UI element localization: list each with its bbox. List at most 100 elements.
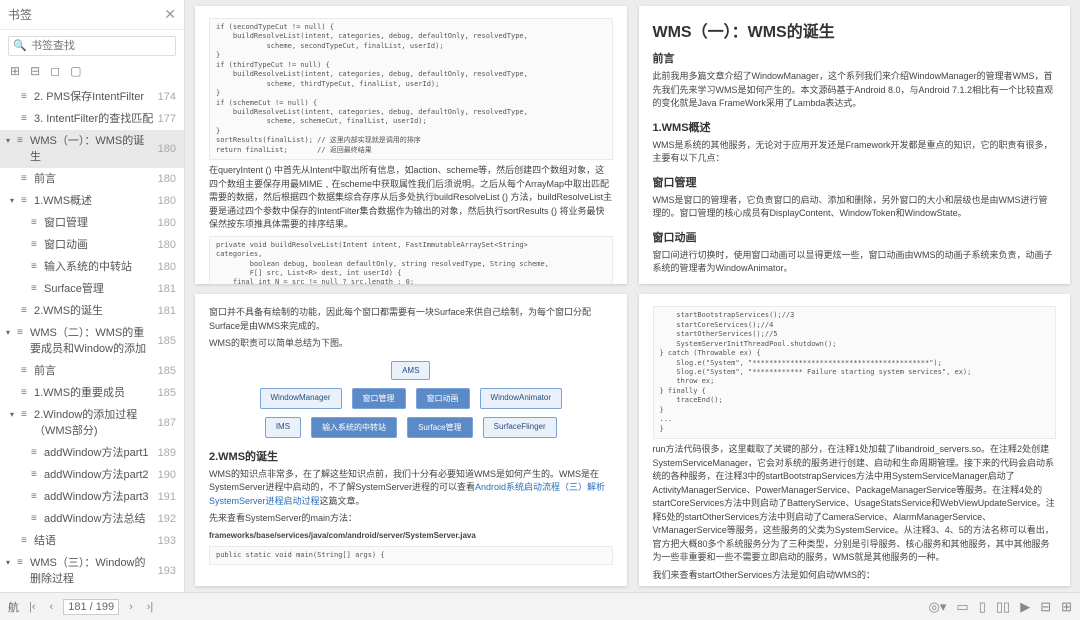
sidebar-item-label: addWindow方法part3 xyxy=(44,489,149,505)
bookmark-item-icon: ≡ xyxy=(17,325,27,341)
page-number-input[interactable]: 181 / 199 xyxy=(63,599,119,615)
sidebar-item[interactable]: ≡输入系统的中转站180 xyxy=(0,256,184,278)
sidebar-item[interactable]: ≡3. IntentFilter的查找匹配 177 xyxy=(0,108,184,130)
paragraph: 在queryIntent () 中首先从Intent中取出所有信息，如actio… xyxy=(209,164,613,232)
sidebar-item-page: 180 xyxy=(158,215,176,231)
bookmark-icon[interactable]: ◻ xyxy=(50,64,60,78)
paragraph: WMS的知识点非常多，在了解这些知识点前，我们十分有必要知道WMS是如何产生的。… xyxy=(209,468,613,509)
tag-icon[interactable]: ▢ xyxy=(70,64,81,78)
bookmark-item-icon: ≡ xyxy=(31,215,41,231)
sidebar-item[interactable]: ≡addWindow方法part2190 xyxy=(0,464,184,486)
code-block: if (secondTypeCut != null) { buildResolv… xyxy=(209,18,613,160)
sidebar-item-page: 180 xyxy=(158,259,176,275)
sidebar-item[interactable]: ▾≡WMS（三）：Window的删除过程193 xyxy=(0,552,184,590)
sidebar-item-page: 180 xyxy=(158,141,176,157)
sidebar-item[interactable]: ≡1.WMS的重要成员185 xyxy=(0,382,184,404)
sidebar-item[interactable]: ≡前言185 xyxy=(0,360,184,382)
single-page-icon[interactable]: ▯ xyxy=(979,599,986,615)
sidebar-item-page: 185 xyxy=(158,333,176,349)
paragraph: WMS是窗口的管理者，它负责窗口的启动、添加和删除，另外窗口的大小和层级也是由W… xyxy=(653,194,1057,221)
heading: 前言 xyxy=(653,50,1057,66)
sidebar-item-page: 180 xyxy=(158,237,176,253)
sidebar-item-label: 2. PMS保存IntentFilter xyxy=(34,89,144,105)
fit-width-icon[interactable]: ▭ xyxy=(956,599,968,615)
sidebar-item-label: addWindow方法part2 xyxy=(44,467,149,483)
paragraph: 窗口间进行切换时，使用窗口动画可以显得更炫一些，窗口动画由WMS的动画子系统来负… xyxy=(653,249,1057,276)
expand-icon[interactable]: ⊞ xyxy=(10,64,20,78)
sidebar-item-page: 181 xyxy=(158,281,176,297)
next-page-button[interactable]: › xyxy=(125,601,137,613)
view-icon[interactable]: ◎▾ xyxy=(929,599,947,615)
sidebar-item-page: 189 xyxy=(158,445,176,461)
sidebar-item[interactable]: ≡addWindow方法总结192 xyxy=(0,508,184,530)
sidebar-item-label: WMS（一）：WMS的诞生 xyxy=(30,133,154,165)
heading: 窗口管理 xyxy=(653,174,1057,190)
sidebar-item-label: addWindow方法总结 xyxy=(44,511,145,527)
sidebar-item[interactable]: ▾≡WMS（二）：WMS的重要成员和Window的添加过程185 xyxy=(0,322,184,360)
bookmark-item-icon: ≡ xyxy=(21,363,31,379)
paragraph: 我们来查看startOtherServices方法是如何启动WMS的： xyxy=(653,569,1057,583)
sidebar-item-label: 1.WMS的重要成员 xyxy=(34,385,125,401)
bookmark-item-icon: ≡ xyxy=(17,133,27,149)
sidebar-item-page: 185 xyxy=(158,363,176,379)
sidebar-item[interactable]: ≡2. PMS保存IntentFilter174 xyxy=(0,86,184,108)
first-page-button[interactable]: |‹ xyxy=(25,601,40,613)
paragraph: 窗口并不具备有绘制的功能，因此每个窗口都需要有一块Surface来供自己绘制，为… xyxy=(209,306,613,333)
zoom-out-icon[interactable]: ⊟ xyxy=(1040,599,1051,615)
sidebar-item[interactable]: ≡结语 193 xyxy=(0,530,184,552)
sidebar-item-label: 3. IntentFilter的查找匹配 xyxy=(34,111,153,127)
sidebar-item[interactable]: ▾≡1.WMS概述180 xyxy=(0,190,184,212)
sidebar-item[interactable]: ≡addWindow方法part3 191 xyxy=(0,486,184,508)
bookmark-item-icon: ≡ xyxy=(21,533,31,549)
sidebar-item-label: WMS（二）：WMS的重要成员和Window的添加过程 xyxy=(30,325,154,357)
sidebar-item-page: 177 xyxy=(158,111,176,127)
chevron-icon: ▾ xyxy=(10,407,18,423)
sidebar-item-label: 输入系统的中转站 xyxy=(44,259,132,275)
sidebar-item[interactable]: ≡addWindow方法part1189 xyxy=(0,442,184,464)
search-input[interactable] xyxy=(8,36,176,56)
read-icon[interactable]: ▶ xyxy=(1020,599,1030,615)
zoom-in-icon[interactable]: ⊞ xyxy=(1061,599,1072,615)
two-page-icon[interactable]: ▯▯ xyxy=(996,599,1010,615)
bookmark-item-icon: ≡ xyxy=(31,445,41,461)
bookmark-item-icon: ≡ xyxy=(21,171,31,187)
sidebar-item-page: 191 xyxy=(158,489,176,505)
bookmark-item-icon: ≡ xyxy=(31,489,41,505)
sidebar-item[interactable]: ≡2.WMS的诞生181 xyxy=(0,300,184,322)
last-page-button[interactable]: ›| xyxy=(143,601,158,613)
sidebar-item-label: 1.WMS概述 xyxy=(34,193,92,209)
code-block: public static void main(String[] args) { xyxy=(209,546,613,565)
sidebar-item-label: 结语 xyxy=(34,533,56,549)
sidebar-item-page: 185 xyxy=(158,385,176,401)
sidebar-item-label: WMS（三）：Window的删除过程 xyxy=(30,555,154,587)
close-icon[interactable]: ✕ xyxy=(164,6,176,23)
sidebar-item[interactable]: ≡Surface管理181 xyxy=(0,278,184,300)
sidebar-item-label: 前言 xyxy=(34,171,56,187)
sidebar-item[interactable]: ▾≡WMS（一）：WMS的诞生180 xyxy=(0,130,184,168)
sidebar-item-page: 181 xyxy=(158,303,176,319)
sidebar-item-label: Surface管理 xyxy=(44,281,104,297)
bookmark-item-icon: ≡ xyxy=(21,89,31,105)
nav-label: 航 xyxy=(8,599,19,615)
sidebar-item[interactable]: ≡窗口动画180 xyxy=(0,234,184,256)
sidebar-item-page: 193 xyxy=(158,533,176,549)
paragraph: run方法代码很多，这里截取了关键的部分，在注释1处加载了libandroid_… xyxy=(653,443,1057,565)
sidebar-item[interactable]: ≡前言 180 xyxy=(0,168,184,190)
bookmark-item-icon: ≡ xyxy=(21,111,31,127)
sidebar-item-label: 窗口管理 xyxy=(44,215,88,231)
sidebar-item[interactable]: ≡窗口管理 180 xyxy=(0,212,184,234)
heading: 1.WMS概述 xyxy=(653,119,1057,135)
bookmark-item-icon: ≡ xyxy=(17,555,27,571)
sidebar-item[interactable]: ▾≡2.Window的添加过程（WMS部分)187 xyxy=(0,404,184,442)
code-path: frameworks/base/services/java/com/androi… xyxy=(209,530,613,542)
collapse-icon[interactable]: ⊟ xyxy=(30,64,40,78)
sidebar-item-page: 180 xyxy=(158,171,176,187)
heading: 窗口动画 xyxy=(653,229,1057,245)
prev-page-button[interactable]: ‹ xyxy=(46,601,58,613)
sidebar-item-page: 193 xyxy=(158,563,176,579)
bookmark-item-icon: ≡ xyxy=(31,237,41,253)
chevron-icon: ▾ xyxy=(6,555,14,571)
sidebar-item-label: 2.WMS的诞生 xyxy=(34,303,103,319)
bookmark-item-icon: ≡ xyxy=(21,407,31,423)
sidebar-item-label: 2.Window的添加过程（WMS部分) xyxy=(34,407,154,439)
